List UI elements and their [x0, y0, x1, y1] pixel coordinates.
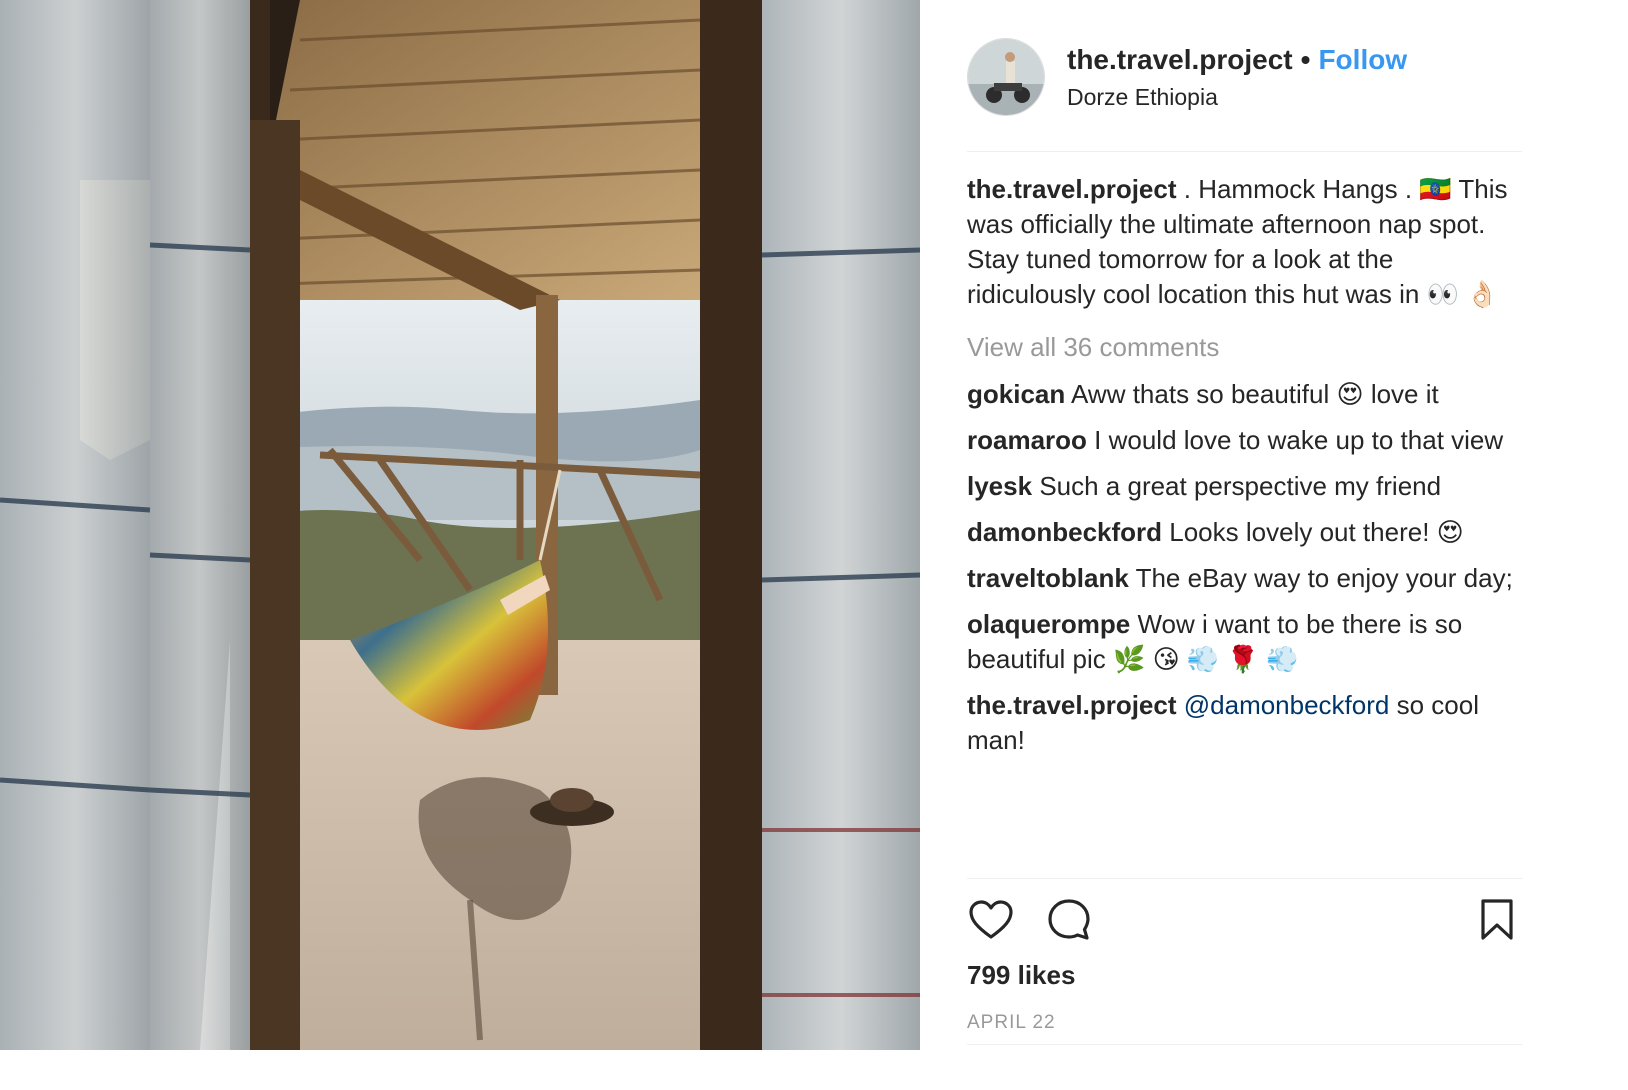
post-date: APRIL 22 [967, 1012, 1056, 1033]
separator-dot: • [1300, 44, 1311, 75]
comment-text: Looks lovely out there! 😍 [1169, 517, 1464, 547]
avatar-image [968, 39, 1044, 115]
action-bar [967, 896, 1522, 946]
header-title: the.travel.project • Follow [1067, 44, 1407, 76]
comment-item: gokican Aww thats so beautiful 😍 love it [967, 377, 1527, 412]
comments-section: the.travel.project . Hammock Hangs . 🇪🇹 … [967, 172, 1527, 769]
location-link[interactable]: Dorze Ethiopia [1067, 84, 1218, 111]
comment-bubble-icon [1048, 899, 1090, 940]
heart-icon [969, 900, 1013, 939]
comment-username[interactable]: olaquerompe [967, 609, 1130, 639]
comment-text: The eBay way to enjoy your day; [1135, 563, 1513, 593]
post-header: the.travel.project • Follow Dorze Ethiopia [967, 38, 1522, 152]
view-all-comments-link[interactable]: View all 36 comments [967, 330, 1527, 365]
comment-button[interactable] [1045, 896, 1093, 944]
caption-username[interactable]: the.travel.project [967, 174, 1177, 204]
actions-divider [967, 878, 1522, 879]
comment-username[interactable]: traveltoblank [967, 563, 1129, 593]
follow-button[interactable]: Follow [1318, 44, 1407, 75]
hammock-hut-photo [0, 0, 920, 1050]
comment-username[interactable]: roamaroo [967, 425, 1087, 455]
post-photo[interactable] [0, 0, 920, 1050]
comment-item: roamaroo I would love to wake up to that… [967, 423, 1527, 458]
post-details-panel: the.travel.project • Follow Dorze Ethiopia… [921, 0, 1561, 1050]
save-button[interactable] [1473, 896, 1521, 944]
mention-link[interactable]: @damonbeckford [1184, 690, 1390, 720]
avatar[interactable] [967, 38, 1045, 116]
comment-item: olaquerompe Wow i want to be there is so… [967, 607, 1527, 677]
comment-username[interactable]: lyesk [967, 471, 1032, 501]
bottom-divider [967, 1044, 1522, 1045]
caption: the.travel.project . Hammock Hangs . 🇪🇹 … [967, 172, 1527, 312]
comment-username[interactable]: gokican [967, 379, 1065, 409]
reply-username[interactable]: the.travel.project [967, 690, 1177, 720]
comment-text: I would love to wake up to that view [1094, 425, 1504, 455]
comment-text: Aww thats so beautiful 😍 love it [1071, 379, 1439, 409]
comment-text: Such a great perspective my friend [1039, 471, 1442, 501]
username-link[interactable]: the.travel.project [1067, 44, 1293, 75]
likes-count[interactable]: 799 likes [967, 960, 1075, 991]
comment-item: lyesk Such a great perspective my friend [967, 469, 1527, 504]
bookmark-icon [1481, 899, 1513, 940]
comment-username[interactable]: damonbeckford [967, 517, 1162, 547]
reply-item: the.travel.project @damonbeckford so coo… [967, 688, 1527, 758]
comment-item: traveltoblank The eBay way to enjoy your… [967, 561, 1527, 596]
like-button[interactable] [967, 896, 1015, 944]
comment-item: damonbeckford Looks lovely out there! 😍 [967, 515, 1527, 550]
